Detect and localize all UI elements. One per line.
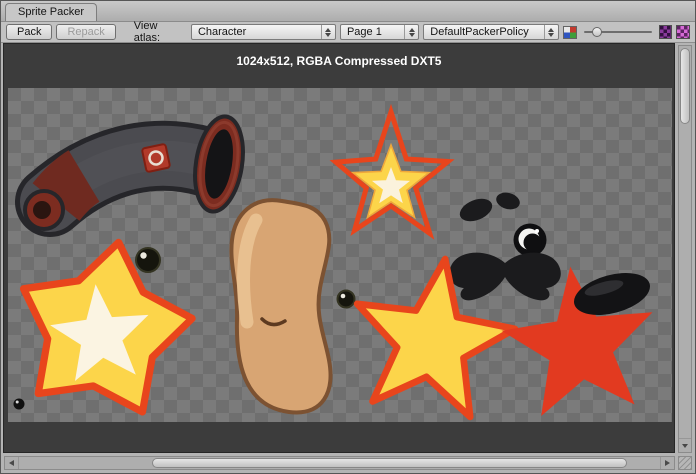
atlas-info-text: 1024x512, RGBA Compressed DXT5: [4, 54, 674, 68]
monocle-and-mustache-sprite: [449, 190, 561, 300]
horizontal-scrollbar[interactable]: [4, 456, 675, 470]
scroll-right-button[interactable]: [660, 457, 674, 469]
scroll-left-button[interactable]: [5, 457, 19, 469]
scroll-down-button[interactable]: [679, 438, 691, 452]
tab-title: Sprite Packer: [18, 6, 84, 18]
sprite-packer-window: Sprite Packer Pack Repack View atlas: Ch…: [0, 0, 696, 474]
vertical-scrollbar[interactable]: [678, 45, 692, 453]
star-burst-flower-sprite: [8, 228, 203, 418]
tab-bar: Sprite Packer: [1, 1, 695, 22]
dropdown-arrows-icon: [404, 25, 418, 39]
alpha-checker-icon[interactable]: [659, 25, 673, 39]
atlas-canvas: 1024x512, RGBA Compressed DXT5: [3, 43, 675, 453]
left-triangle-icon: [9, 460, 14, 466]
page-dropdown-value: Page 1: [341, 25, 404, 39]
vertical-scrollbar-thumb[interactable]: [680, 48, 690, 124]
resize-grip[interactable]: [678, 456, 692, 470]
policy-dropdown-value: DefaultPackerPolicy: [424, 25, 543, 39]
policy-dropdown[interactable]: DefaultPackerPolicy: [423, 24, 558, 40]
tiny-dot-sprite: [14, 399, 25, 410]
toolbar: Pack Repack View atlas: Character Page 1…: [1, 22, 695, 43]
page-dropdown[interactable]: Page 1: [340, 24, 419, 40]
small-olive-sprite: [338, 291, 355, 308]
dropdown-arrows-icon: [321, 25, 335, 39]
color-channels-icon[interactable]: [563, 26, 578, 39]
spiky-star-outline-sprite: [336, 112, 448, 233]
atlas-transparency-checker: [8, 88, 672, 422]
mip-slider-knob[interactable]: [592, 27, 602, 37]
view-atlas-label: View atlas:: [134, 20, 185, 44]
tab-sprite-packer[interactable]: Sprite Packer: [5, 3, 97, 21]
down-triangle-icon: [682, 444, 688, 448]
olive-sprite: [136, 248, 160, 272]
pack-button[interactable]: Pack: [6, 24, 52, 40]
bean-character-sprite: [231, 200, 330, 412]
mip-slider[interactable]: [584, 24, 652, 40]
atlas-sprites: [8, 88, 672, 422]
dropdown-arrows-icon: [544, 25, 558, 39]
atlas-alpha-checker-icon[interactable]: [676, 25, 690, 39]
right-triangle-icon: [665, 460, 670, 466]
atlas-dropdown[interactable]: Character: [191, 24, 336, 40]
cannon-sprite: [25, 113, 249, 229]
repack-button[interactable]: Repack: [56, 24, 115, 40]
atlas-dropdown-value: Character: [192, 25, 321, 39]
horizontal-scrollbar-thumb[interactable]: [152, 458, 627, 468]
